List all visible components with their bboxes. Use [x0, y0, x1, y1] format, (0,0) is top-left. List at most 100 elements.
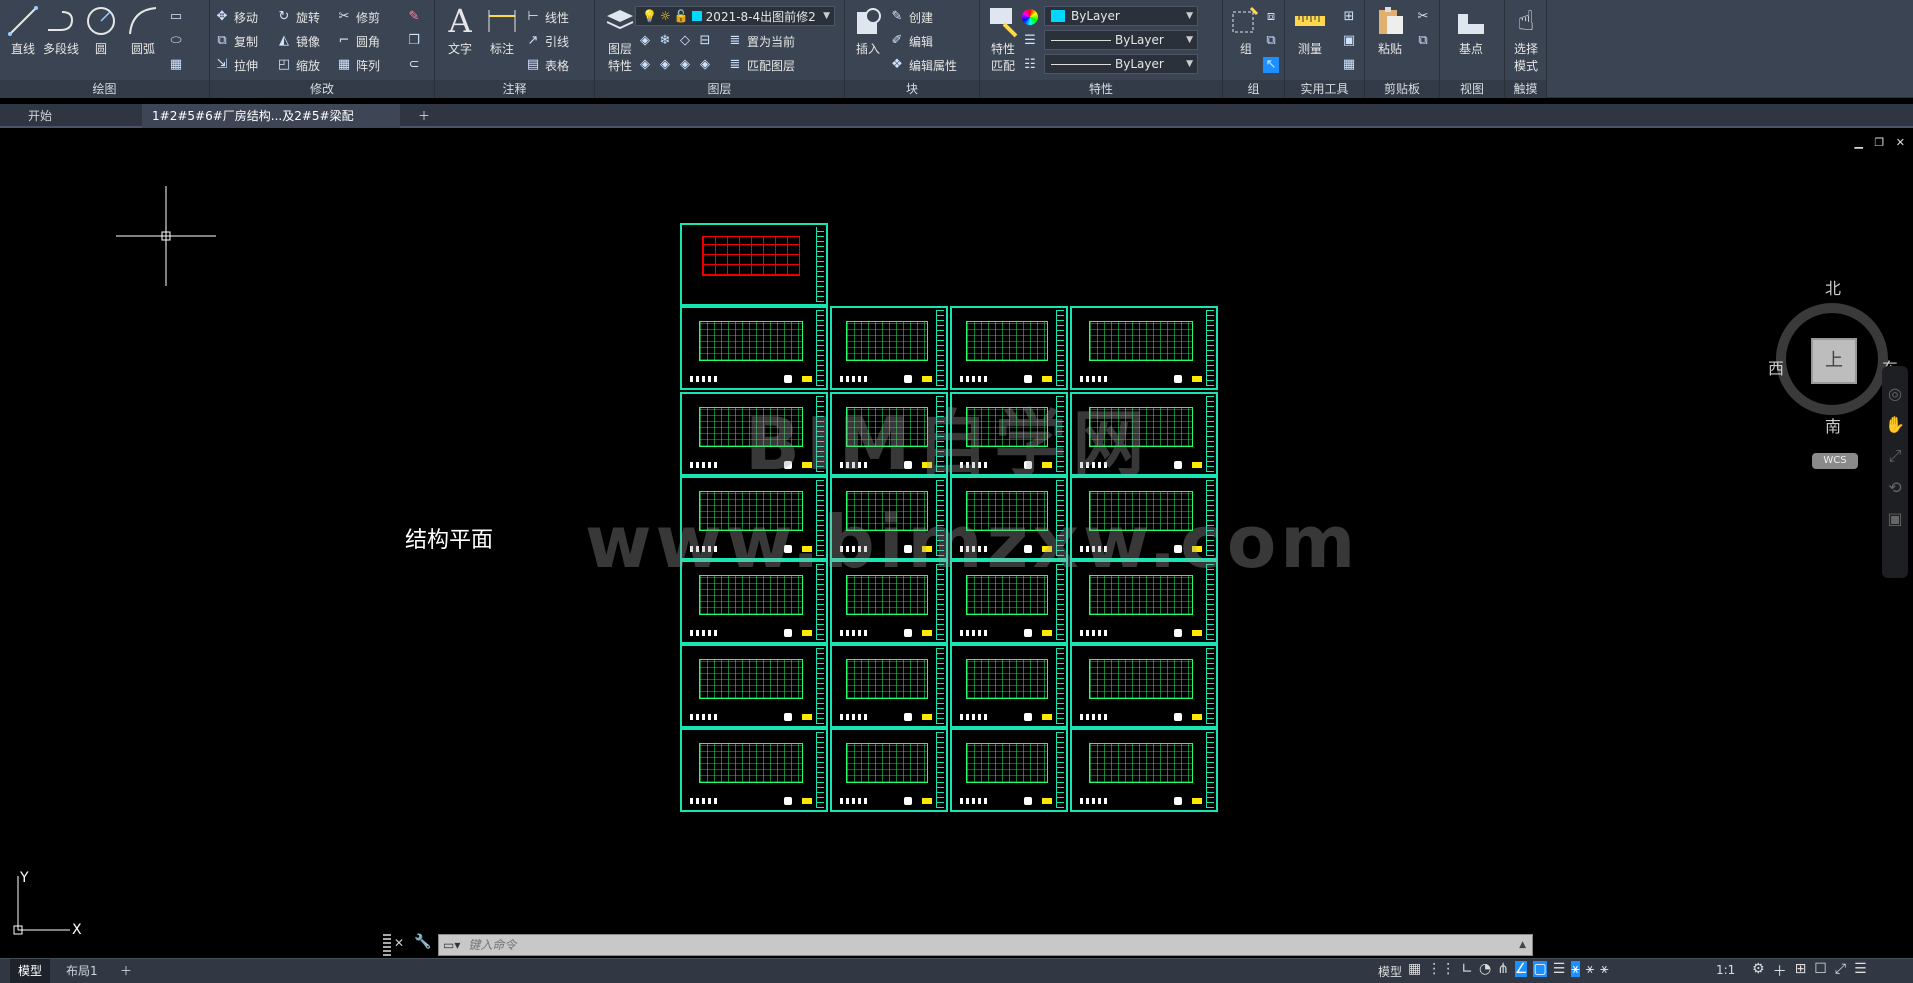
table-button[interactable]: ▤ 表格: [525, 54, 569, 76]
quick-select-button[interactable]: ⊞: [1341, 6, 1361, 28]
color-wheel-button[interactable]: [1022, 6, 1042, 28]
layers-panel-title[interactable]: 图层: [595, 80, 844, 98]
snap-icon[interactable]: ⋮⋮: [1427, 961, 1455, 977]
drawing-sheet-cover[interactable]: [680, 223, 828, 306]
current-layer-dropdown[interactable]: 💡 ☼ 🔓 2021-8-4出图前修2 ▼: [635, 6, 835, 26]
edit-attributes-button[interactable]: ❖ 编辑属性: [889, 54, 957, 76]
layout1-tab[interactable]: 布局1: [58, 959, 106, 983]
gear-icon[interactable]: ⚙: [1752, 961, 1765, 981]
drawing-sheet[interactable]: [680, 728, 828, 812]
measure-button[interactable]: 测量: [1287, 4, 1333, 57]
block-panel-title[interactable]: 块: [845, 80, 979, 98]
compass-south[interactable]: 南: [1825, 413, 1841, 437]
layer-tools-row2[interactable]: ◈ ◈ ◈ ◈: [637, 54, 717, 76]
color-dropdown[interactable]: ByLayer ▼: [1044, 6, 1198, 26]
explode-button[interactable]: ❐: [406, 30, 426, 52]
rectangle-button[interactable]: ▭: [168, 6, 188, 28]
base-point-button[interactable]: 基点: [1448, 4, 1494, 57]
array-button[interactable]: ▦ 阵列: [336, 54, 380, 76]
drawing-sheet[interactable]: [950, 728, 1068, 812]
annotation-panel-title[interactable]: 注释: [435, 80, 594, 98]
copy-clip-button[interactable]: ⧉: [1415, 30, 1435, 52]
wcs-menu[interactable]: WCS: [1812, 453, 1858, 469]
drawing-canvas[interactable]: ▁ ❐ ✕ 结构平面 BIM自学网 www.bimzxw.com 北 南 西 东…: [0, 130, 1913, 958]
compass-north[interactable]: 北: [1825, 275, 1841, 299]
match-properties-button[interactable]: 特性 匹配: [980, 4, 1026, 74]
draw-panel-title[interactable]: 绘图: [0, 80, 209, 98]
annotation-visibility-icon[interactable]: ⚹: [1571, 961, 1580, 977]
drawing-sheet[interactable]: [830, 728, 948, 812]
circle-button[interactable]: 圆: [78, 4, 124, 57]
fillet-button[interactable]: ⌐ 圆角: [336, 30, 380, 52]
drawing-sheet[interactable]: [1070, 728, 1218, 812]
drawing-sheet[interactable]: [1070, 644, 1218, 728]
tab-start[interactable]: 开始: [18, 104, 138, 128]
erase-button[interactable]: ✎: [406, 6, 426, 28]
fullscreen-icon[interactable]: ⤢: [1835, 961, 1846, 981]
viewcube-top-face[interactable]: 上: [1811, 338, 1857, 384]
hatch-button[interactable]: ⬭: [168, 30, 188, 52]
move-button[interactable]: ✥ 移动: [214, 6, 258, 28]
drawing-sheet[interactable]: [950, 306, 1068, 390]
edit-block-button[interactable]: ✐ 编辑: [889, 30, 933, 52]
plus-icon[interactable]: ＋: [1773, 961, 1787, 981]
drawing-sheet[interactable]: [950, 644, 1068, 728]
ortho-icon[interactable]: ∟: [1461, 961, 1473, 977]
model-tab[interactable]: 模型: [10, 959, 51, 983]
compass-west[interactable]: 西: [1768, 355, 1784, 379]
groups-panel-title[interactable]: 组: [1223, 80, 1284, 98]
copy-button[interactable]: ⧉ 复制: [214, 30, 258, 52]
offset-button[interactable]: ⊂: [406, 54, 426, 76]
object-snap-icon[interactable]: ▢: [1533, 961, 1547, 977]
osnap-icon[interactable]: ∠: [1514, 961, 1528, 977]
command-scroll-up-icon[interactable]: ▲: [1519, 940, 1526, 950]
group-edit-button[interactable]: ⧉: [1263, 30, 1283, 52]
hardware-accel-icon[interactable]: ☐: [1814, 961, 1827, 981]
drawing-sheet[interactable]: [1070, 306, 1218, 390]
command-input[interactable]: [468, 938, 1369, 952]
text-button[interactable]: A 文字: [437, 4, 483, 57]
drawing-sheet[interactable]: [680, 306, 828, 390]
isolate-icon[interactable]: ⊞: [1795, 961, 1807, 981]
group-select-button[interactable]: ↖: [1263, 54, 1283, 76]
stretch-button[interactable]: ⇲ 拉伸: [214, 54, 258, 76]
grid-icon[interactable]: ▦: [1408, 961, 1421, 977]
annotation-scale-icon[interactable]: ⚹: [1586, 961, 1594, 977]
dimension-button[interactable]: 标注: [479, 4, 525, 57]
create-block-button[interactable]: ✎ 创建: [889, 6, 933, 28]
annotation-autoscale-icon[interactable]: ⚹: [1600, 961, 1608, 977]
pan-icon[interactable]: ✋: [1882, 415, 1908, 434]
ungroup-button[interactable]: ⧈: [1263, 6, 1283, 28]
paste-button[interactable]: 粘贴: [1367, 4, 1413, 57]
leader-button[interactable]: ↗ 引线: [525, 30, 569, 52]
zoom-extents-icon[interactable]: ⤢: [1882, 446, 1908, 466]
cut-button[interactable]: ✂: [1415, 6, 1435, 28]
linetype-dropdown[interactable]: ByLayer ▼: [1044, 30, 1198, 50]
isodraft-icon[interactable]: ⋔: [1497, 961, 1509, 977]
customize-menu-icon[interactable]: ☰: [1854, 961, 1867, 981]
modify-panel-title[interactable]: 修改: [210, 80, 434, 98]
mirror-button[interactable]: ◭ 镜像: [276, 30, 320, 52]
layer-tools-row1[interactable]: ◈ ❄ ◇ ⊟: [637, 30, 717, 52]
lineweight-toggle-icon[interactable]: ☰: [1553, 961, 1566, 977]
view-panel-title[interactable]: 视图: [1440, 80, 1504, 98]
tab-drawing[interactable]: 1#2#5#6#厂房结构...及2#5#梁配筋)_t3* ✕: [142, 104, 400, 147]
calculator-button[interactable]: ▦: [1341, 54, 1361, 76]
steering-wheel-icon[interactable]: ◎: [1882, 384, 1908, 403]
select-all-button[interactable]: ▣: [1341, 30, 1361, 52]
viewcube[interactable]: 北 南 西 东 上 WCS: [1768, 275, 1900, 485]
annotation-scale[interactable]: 1:1: [1716, 963, 1735, 977]
scale-button[interactable]: ◰ 缩放: [276, 54, 320, 76]
showmotion-icon[interactable]: ▣: [1882, 509, 1908, 528]
select-mode-button[interactable]: ☝ 选择 模式: [1503, 4, 1549, 74]
new-tab-button[interactable]: ＋: [408, 104, 440, 128]
insert-button[interactable]: 插入: [845, 4, 891, 57]
command-line-grip[interactable]: [383, 934, 391, 956]
rotate-button[interactable]: ↻ 旋转: [276, 6, 320, 28]
drawing-sheet[interactable]: [830, 306, 948, 390]
region-button[interactable]: ▦: [168, 54, 188, 76]
add-layout-button[interactable]: ＋: [112, 959, 140, 983]
match-layer-button[interactable]: ≣ 匹配图层: [727, 54, 795, 76]
command-close-icon[interactable]: ✕: [394, 936, 404, 950]
linear-dim-button[interactable]: ⊢ 线性: [525, 6, 569, 28]
